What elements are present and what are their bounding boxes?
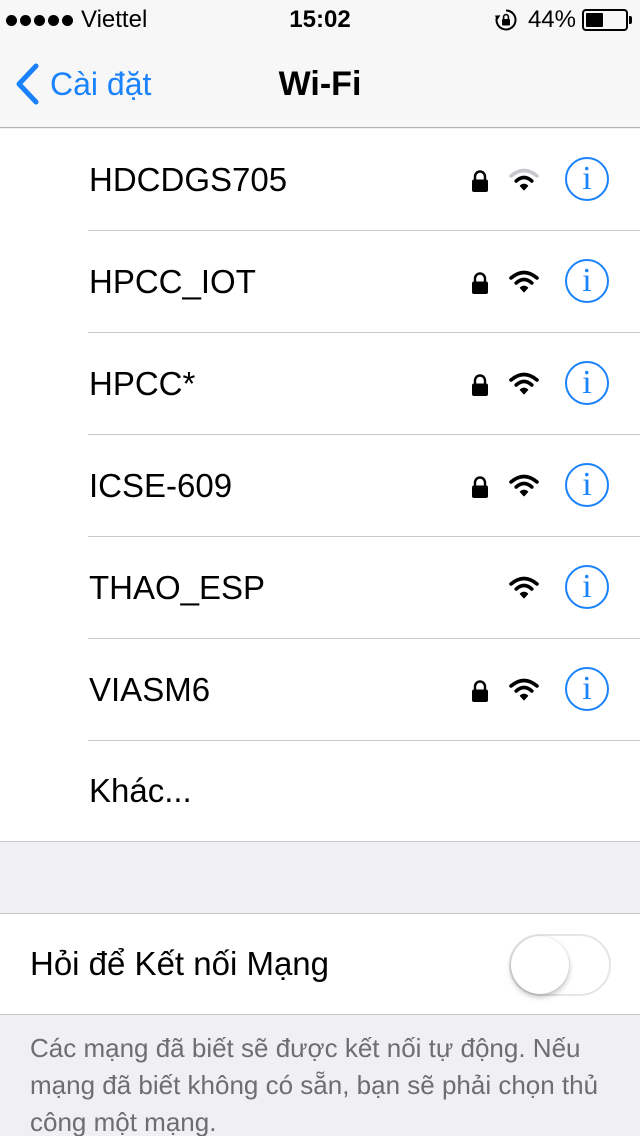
network-name: HPCC* — [89, 365, 196, 402]
network-name: HDCDGS705 — [89, 161, 288, 198]
network-row[interactable]: HPCC_IOT i — [0, 231, 640, 333]
ask-to-join-row: Hỏi để Kết nối Mạng — [0, 913, 640, 1015]
ask-to-join-toggle[interactable] — [509, 934, 611, 996]
battery-icon — [582, 9, 628, 31]
network-name: ICSE-609 — [89, 467, 233, 504]
wifi-icon — [509, 576, 539, 599]
network-row[interactable]: THAO_ESP i — [0, 537, 640, 639]
network-row[interactable]: VIASM6 i — [0, 639, 640, 741]
info-button[interactable]: i — [565, 361, 609, 405]
status-bar: Viettel 15:02 44% — [0, 0, 640, 40]
network-row[interactable]: HPCC* i — [0, 333, 640, 435]
ask-to-join-label: Hỏi để Kết nối Mạng — [30, 945, 330, 982]
battery-tip — [629, 16, 632, 24]
info-button[interactable]: i — [565, 463, 609, 507]
wifi-weak-icon — [509, 168, 539, 191]
wifi-icon — [509, 474, 539, 497]
other-network-label: Khác... — [89, 772, 192, 809]
network-name: THAO_ESP — [89, 569, 266, 606]
info-button[interactable]: i — [565, 565, 609, 609]
network-name: HPCC_IOT — [89, 263, 256, 300]
network-list: HDCDGS705 i HPCC_IOT i HPCC* i ICSE-609 … — [0, 129, 640, 842]
other-network-row[interactable]: Khác... — [0, 741, 640, 841]
lock-icon — [472, 476, 488, 498]
info-button[interactable]: i — [565, 157, 609, 201]
network-row[interactable]: ICSE-609 i — [0, 435, 640, 537]
footer-note: Các mạng đã biết sẽ được kết nối tự động… — [30, 1033, 599, 1136]
wifi-icon — [509, 678, 539, 701]
status-right: 44% — [494, 6, 632, 34]
lock-icon — [472, 374, 488, 396]
lock-icon — [472, 272, 488, 294]
info-button[interactable]: i — [565, 667, 609, 711]
page-title: Wi-Fi — [278, 65, 362, 103]
rotation-lock-icon — [494, 9, 517, 31]
lock-icon — [472, 680, 488, 702]
battery-percent: 44% — [527, 6, 576, 33]
toggle-knob — [511, 936, 569, 994]
lock-icon — [472, 170, 488, 192]
wifi-icon — [509, 270, 539, 293]
wifi-icon — [509, 372, 539, 395]
battery-fill — [586, 13, 603, 27]
info-button[interactable]: i — [565, 259, 609, 303]
network-row[interactable]: HDCDGS705 i — [0, 129, 640, 231]
navigation-bar: Cài đặt Wi-Fi — [0, 40, 640, 128]
network-name: VIASM6 — [89, 671, 211, 708]
